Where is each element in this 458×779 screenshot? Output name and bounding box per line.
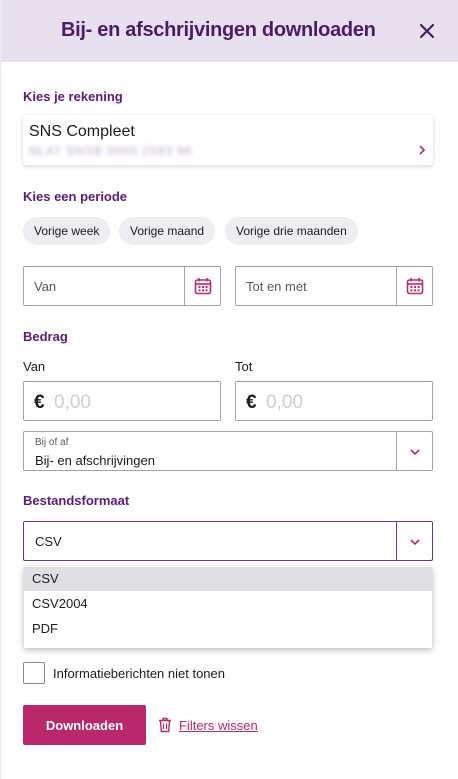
chip-previous-week[interactable]: Vorige week: [23, 217, 111, 245]
format-dropdown-list: CSV CSV2004 PDF: [24, 566, 432, 648]
amount-to-placeholder: 0,00: [266, 392, 303, 413]
clear-filters-label: Filters wissen: [179, 718, 258, 733]
hide-info-checkbox[interactable]: [23, 662, 45, 684]
chip-previous-month[interactable]: Vorige maand: [119, 217, 216, 245]
chevron-right-icon: [419, 145, 426, 155]
amount-to-input[interactable]: € 0,00: [235, 381, 433, 421]
chevron-down-icon: [396, 522, 432, 560]
amount-section-label: Bedrag: [23, 329, 68, 344]
format-option-pdf[interactable]: PDF: [24, 617, 432, 641]
date-to-placeholder: Tot en met: [246, 279, 307, 294]
panel-title: Bij- en afschrijvingen downloaden: [61, 19, 376, 41]
direction-select[interactable]: Bij of af Bij- en afschrijvingen: [23, 431, 433, 471]
calendar-icon[interactable]: [396, 267, 432, 305]
direction-select-label: Bij of af: [35, 437, 69, 448]
amount-to-label: Tot: [235, 359, 253, 374]
format-select[interactable]: CSV: [23, 521, 433, 561]
format-select-value: CSV: [35, 534, 62, 549]
account-number: NL47 SNSB 0000 2593 86: [29, 144, 193, 158]
euro-symbol: €: [34, 392, 45, 413]
amount-from-input[interactable]: € 0,00: [23, 381, 221, 421]
hide-info-label: Informatieberichten niet tonen: [53, 666, 225, 681]
amount-from-placeholder: 0,00: [54, 392, 91, 413]
format-section-label: Bestandsformaat: [23, 493, 130, 508]
period-section-label: Kies een periode: [23, 189, 128, 204]
panel-header: Bij- en afschrijvingen downloaden: [1, 0, 458, 62]
euro-symbol: €: [246, 392, 257, 413]
amount-from-label: Van: [23, 359, 46, 374]
direction-select-value: Bij- en afschrijvingen: [35, 453, 155, 468]
account-selector[interactable]: SNS Compleet NL47 SNSB 0000 2593 86: [23, 115, 433, 165]
download-panel: Bij- en afschrijvingen downloaden Kies j…: [0, 0, 458, 779]
account-section-label: Kies je rekening: [23, 89, 123, 104]
trash-icon: [159, 717, 171, 733]
format-option-csv[interactable]: CSV: [24, 567, 432, 591]
date-to-field[interactable]: Tot en met: [235, 266, 433, 306]
close-icon[interactable]: [417, 21, 437, 41]
date-from-field[interactable]: Van: [23, 266, 221, 306]
date-from-placeholder: Van: [34, 279, 57, 294]
download-button[interactable]: Downloaden: [23, 705, 146, 745]
account-name: SNS Compleet: [29, 123, 135, 140]
chevron-down-icon: [396, 432, 432, 470]
calendar-icon[interactable]: [184, 267, 220, 305]
chip-previous-three-months[interactable]: Vorige drie maanden: [225, 217, 358, 245]
format-option-csv2004[interactable]: CSV2004: [24, 592, 432, 616]
